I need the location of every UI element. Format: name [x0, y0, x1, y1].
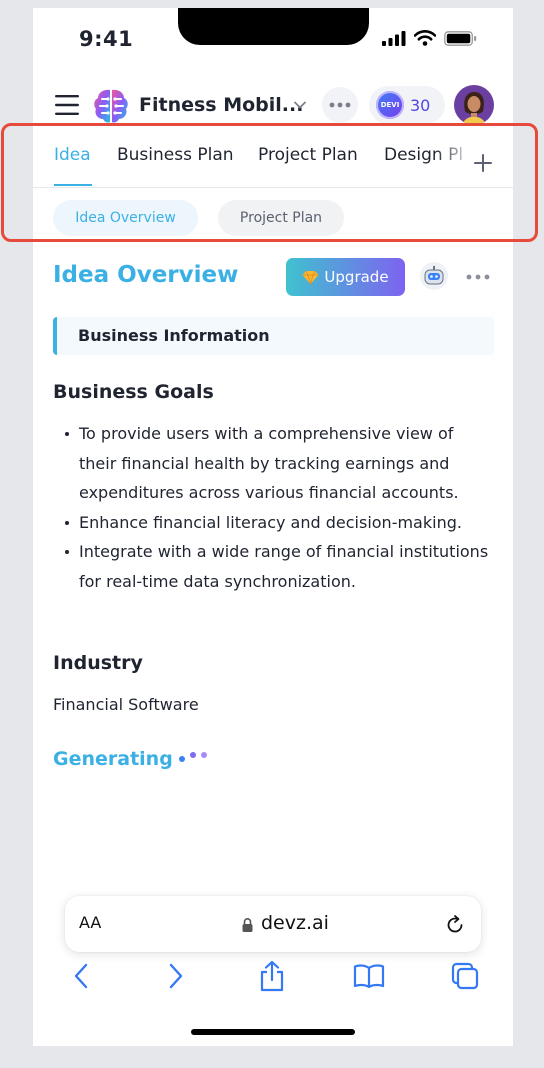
page-title: Idea Overview [53, 262, 239, 288]
back-button[interactable] [63, 958, 99, 994]
highlight-box [1, 123, 538, 242]
brain-logo-icon[interactable] [91, 86, 131, 126]
upgrade-button[interactable]: Upgrade [286, 258, 405, 296]
tabs-icon [451, 962, 479, 990]
diamond-icon [302, 270, 319, 285]
chevron-down-icon[interactable] [292, 97, 308, 113]
more-horizontal-icon[interactable] [465, 270, 491, 284]
credits-badge: DEVI [376, 91, 404, 119]
browser-address-bar[interactable]: AA devz.ai [65, 896, 481, 952]
cellular-signal-icon [382, 30, 406, 46]
share-icon [260, 960, 284, 992]
home-indicator [191, 1029, 355, 1035]
business-goals-list: To provide users with a comprehensive vi… [53, 419, 493, 596]
tabs-button[interactable] [447, 958, 483, 994]
wifi-icon [414, 30, 436, 46]
list-item: Integrate with a wide range of financial… [53, 537, 493, 596]
robot-icon[interactable] [419, 261, 449, 291]
avatar[interactable] [454, 85, 494, 125]
business-goals-heading: Business Goals [53, 381, 214, 403]
url-text[interactable]: devz.ai [261, 912, 329, 934]
loading-dots-icon [179, 752, 207, 762]
hamburger-menu-icon[interactable] [55, 94, 79, 116]
status-time: 9:41 [79, 27, 134, 51]
status-icons [382, 30, 477, 46]
user-avatar-image [454, 85, 494, 125]
reload-icon[interactable] [444, 914, 466, 936]
forward-arrow-icon [169, 963, 183, 989]
notch [178, 8, 369, 45]
credits-count: 30 [410, 95, 431, 115]
list-item: To provide users with a comprehensive vi… [53, 419, 493, 508]
generating-label: Generating [53, 748, 173, 770]
bookmarks-icon [353, 964, 385, 989]
section-label: Business Information [78, 326, 270, 345]
more-options-button[interactable] [322, 87, 358, 123]
share-button[interactable] [254, 958, 290, 994]
text-size-button[interactable]: AA [79, 913, 101, 932]
industry-heading: Industry [53, 652, 143, 674]
credits-pill[interactable]: DEVI 30 [369, 86, 445, 124]
industry-value: Financial Software [53, 695, 199, 714]
battery-icon [444, 30, 477, 46]
list-item: Enhance financial literacy and decision-… [53, 508, 493, 538]
upgrade-label: Upgrade [324, 268, 389, 286]
bookmarks-button[interactable] [351, 958, 387, 994]
project-title[interactable]: Fitness Mobil... [139, 94, 303, 116]
lock-icon [242, 918, 253, 932]
more-horizontal-icon [329, 102, 351, 108]
forward-button[interactable] [158, 958, 194, 994]
section-header: Business Information [53, 317, 494, 355]
back-arrow-icon [74, 963, 88, 989]
